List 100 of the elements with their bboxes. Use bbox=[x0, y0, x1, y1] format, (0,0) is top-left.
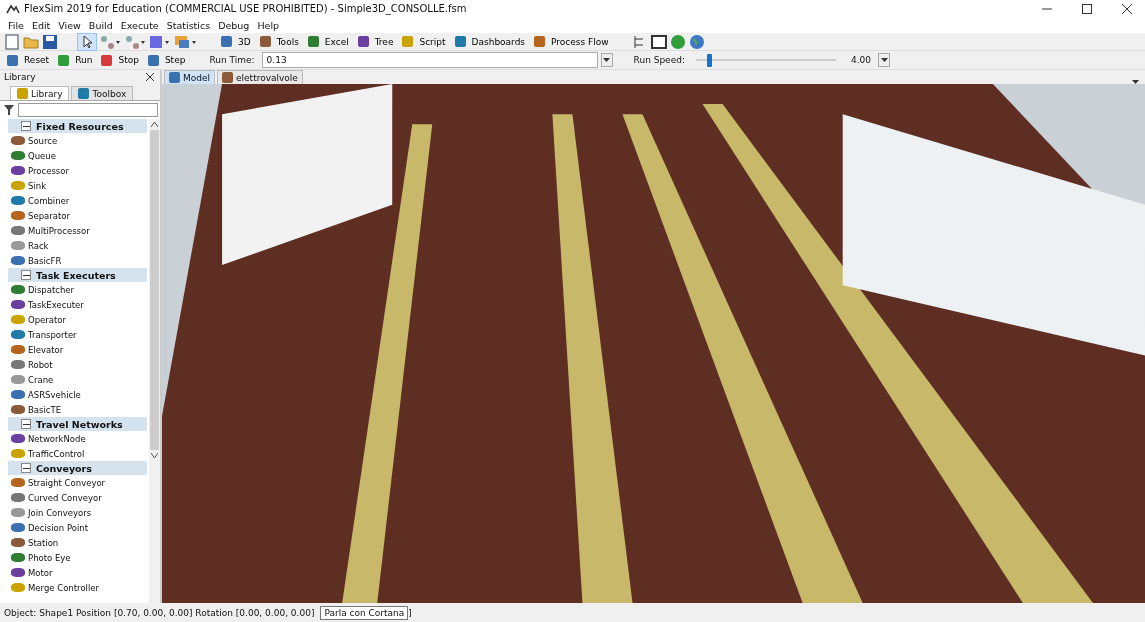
maximize-icon[interactable] bbox=[1082, 3, 1092, 14]
category-header[interactable]: Fixed Resources bbox=[8, 119, 147, 133]
library-tab[interactable]: Toolbox bbox=[71, 86, 134, 100]
library-item[interactable]: MultiProcessor bbox=[0, 223, 149, 238]
library-item[interactable]: Photo Eye bbox=[0, 550, 149, 565]
square-dropdown-icon[interactable] bbox=[149, 33, 171, 50]
object-icon bbox=[11, 583, 25, 592]
object-icon bbox=[11, 478, 25, 487]
library-item[interactable]: Elevator bbox=[0, 342, 149, 357]
run-speed-label: Run Speed: bbox=[632, 55, 686, 65]
library-tab[interactable]: Library bbox=[10, 86, 70, 100]
toolbar-button[interactable]: Tools bbox=[256, 33, 302, 50]
library-item[interactable]: Straight Conveyor bbox=[0, 475, 149, 490]
object-icon bbox=[11, 405, 25, 414]
menu-item[interactable]: Debug bbox=[214, 19, 254, 31]
library-item[interactable]: BasicTE bbox=[0, 402, 149, 417]
dropdown-button[interactable] bbox=[600, 53, 613, 67]
window-title: FlexSim 2019 for Education (COMMERCIAL USE PROHIBITED) - Simple3D_CONSOLLE.fsm bbox=[24, 3, 467, 14]
collapse-toggle[interactable] bbox=[21, 463, 31, 473]
caret-icon bbox=[603, 58, 611, 62]
object-icon bbox=[11, 360, 25, 369]
library-item[interactable]: Crane bbox=[0, 372, 149, 387]
menu-item[interactable]: Help bbox=[253, 19, 284, 31]
menu-item[interactable]: Build bbox=[84, 19, 117, 31]
menu-item[interactable]: Statistics bbox=[162, 19, 215, 31]
toolbar-button[interactable]: Process Flow bbox=[531, 33, 612, 50]
scrollbar[interactable] bbox=[149, 119, 160, 603]
library-item[interactable]: Decision Point bbox=[0, 520, 149, 535]
window-icon[interactable] bbox=[650, 33, 667, 50]
disconnect-icon[interactable] bbox=[124, 33, 146, 50]
view-dropdown-icon[interactable] bbox=[174, 33, 198, 50]
tooltip: Parla con Cortana bbox=[320, 605, 409, 620]
menu-item[interactable]: Execute bbox=[116, 19, 163, 31]
library-item[interactable]: Combiner bbox=[0, 193, 149, 208]
category-header[interactable]: Travel Networks bbox=[8, 417, 147, 431]
category-header[interactable]: Task Executers bbox=[8, 268, 147, 282]
save-icon[interactable] bbox=[42, 33, 58, 50]
library-item[interactable]: ASRSvehicle bbox=[0, 387, 149, 402]
object-icon bbox=[11, 568, 25, 577]
object-icon bbox=[11, 285, 25, 294]
slider-thumb[interactable] bbox=[707, 53, 713, 67]
document-tab[interactable]: Model bbox=[164, 70, 216, 84]
toolbar-button[interactable]: Script bbox=[399, 33, 449, 50]
dropdown-button[interactable] bbox=[878, 53, 890, 67]
status-text: Object: Shape1 Position [0.70, 0.00, 0.00] Rotation [0.00, 0.00, 0.00] bbox=[4, 607, 315, 618]
menu-item[interactable]: View bbox=[54, 19, 85, 31]
pointer-icon[interactable] bbox=[78, 33, 96, 50]
library-item[interactable]: NetworkNode bbox=[0, 431, 149, 446]
scroll-up-icon[interactable] bbox=[151, 122, 158, 127]
new-file-icon[interactable] bbox=[4, 33, 20, 50]
library-item[interactable]: Queue bbox=[0, 148, 149, 163]
library-item[interactable]: Motor bbox=[0, 565, 149, 580]
globe-icon[interactable] bbox=[688, 33, 705, 50]
toolbar-button[interactable]: Tree bbox=[354, 33, 397, 50]
library-item[interactable]: Transporter bbox=[0, 327, 149, 342]
library-item[interactable]: Curved Conveyor bbox=[0, 490, 149, 505]
library-item[interactable]: Station bbox=[0, 535, 149, 550]
run-control-button[interactable]: Reset bbox=[4, 52, 53, 68]
run-time-field[interactable]: 0.13 bbox=[261, 52, 598, 68]
library-item[interactable]: TaskExecuter bbox=[0, 297, 149, 312]
collapse-toggle[interactable] bbox=[21, 270, 31, 280]
run-control-button[interactable]: Run bbox=[55, 52, 96, 68]
library-item[interactable]: Rack bbox=[0, 238, 149, 253]
tab-menu-icon[interactable] bbox=[1132, 80, 1139, 84]
library-item[interactable]: Source bbox=[0, 133, 149, 148]
menu-item[interactable]: Edit bbox=[27, 19, 55, 31]
document-tab[interactable]: elettrovalvole bbox=[217, 70, 303, 84]
caret-icon bbox=[880, 58, 888, 62]
object-icon bbox=[11, 181, 25, 190]
toolbar-button[interactable]: Dashboards bbox=[451, 33, 529, 50]
scroll-down-icon[interactable] bbox=[151, 453, 158, 458]
library-item[interactable]: Dispatcher bbox=[0, 282, 149, 297]
library-item[interactable]: BasicFR bbox=[0, 253, 149, 268]
library-item[interactable]: Sink bbox=[0, 178, 149, 193]
category-header[interactable]: Conveyors bbox=[8, 461, 147, 475]
toolbar-button[interactable]: 3D bbox=[218, 33, 254, 50]
3d-field-drawing[interactable] bbox=[162, 84, 1145, 603]
library-item[interactable]: Operator bbox=[0, 312, 149, 327]
library-item[interactable]: TrafficControl bbox=[0, 446, 149, 461]
collapse-toggle[interactable] bbox=[21, 121, 31, 131]
library-item[interactable]: Join Conveyors bbox=[0, 505, 149, 520]
filter-icon[interactable] bbox=[4, 105, 14, 115]
library-item[interactable]: Processor bbox=[0, 163, 149, 178]
library-item[interactable]: Merge Controller bbox=[0, 580, 149, 595]
menu-item[interactable]: File bbox=[4, 19, 28, 31]
library-item[interactable]: Separator bbox=[0, 208, 149, 223]
object-icon bbox=[11, 226, 25, 235]
run-control-button[interactable]: Step bbox=[144, 52, 189, 68]
category-title: Task Executers bbox=[36, 269, 116, 281]
close-icon[interactable] bbox=[146, 73, 154, 81]
object-icon bbox=[11, 538, 25, 547]
toolbar-button[interactable]: Excel bbox=[304, 33, 352, 50]
close-icon[interactable] bbox=[1122, 3, 1132, 14]
filter-field[interactable] bbox=[18, 103, 158, 117]
object-icon bbox=[11, 493, 25, 502]
collapse-toggle[interactable] bbox=[21, 419, 31, 429]
run-control-button[interactable]: Stop bbox=[98, 52, 142, 68]
library-item[interactable]: Robot bbox=[0, 357, 149, 372]
object-icon bbox=[11, 390, 25, 399]
object-icon bbox=[11, 330, 25, 339]
